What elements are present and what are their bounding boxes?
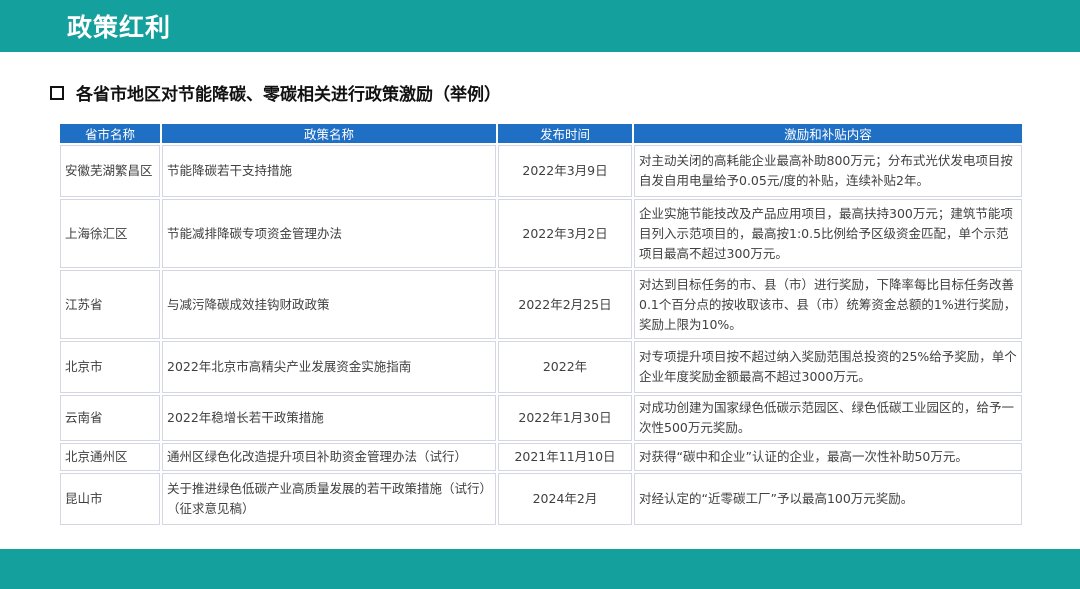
cell-date: 2022年2月25日	[498, 270, 632, 339]
cell-detail: 对成功创建为国家绿色低碳示范园区、绿色低碳工业园区的，给予一次性500万元奖励。	[634, 395, 1022, 441]
cell-policy: 2022年北京市高精尖产业发展资金实施指南	[162, 341, 496, 393]
cell-policy: 关于推进绿色低碳产业高质量发展的若干政策措施（试行）（征求意见稿）	[162, 473, 496, 525]
cell-region: 北京通州区	[60, 443, 160, 471]
cell-date: 2024年2月	[498, 473, 632, 525]
cell-date: 2021年11月10日	[498, 443, 632, 471]
table-row: 上海徐汇区 节能减排降碳专项资金管理办法 2022年3月2日 企业实施节能技改及…	[60, 199, 1022, 268]
page-title: 政策红利	[67, 13, 172, 42]
table-row: 云南省 2022年稳增长若干政策措施 2022年1月30日 对成功创建为国家绿色…	[60, 395, 1022, 441]
table-header-row: 省市名称 政策名称 发布时间 激励和补贴内容	[60, 124, 1022, 143]
cell-date: 2022年3月9日	[498, 145, 632, 197]
cell-policy: 通州区绿色化改造提升项目补助资金管理办法（试行）	[162, 443, 496, 471]
table-row: 北京市 2022年北京市高精尖产业发展资金实施指南 2022年 对专项提升项目按…	[60, 341, 1022, 393]
cell-region: 云南省	[60, 395, 160, 441]
cell-region: 江苏省	[60, 270, 160, 339]
cell-region: 昆山市	[60, 473, 160, 525]
column-header-region: 省市名称	[60, 124, 160, 143]
header-bar: 政策红利	[0, 0, 1080, 52]
cell-detail: 对经认定的“近零碳工厂”予以最高100万元奖励。	[634, 473, 1022, 525]
column-header-date: 发布时间	[498, 124, 632, 143]
table-row: 北京通州区 通州区绿色化改造提升项目补助资金管理办法（试行） 2021年11月1…	[60, 443, 1022, 471]
policy-table: 省市名称 政策名称 发布时间 激励和补贴内容 安徽芜湖繁昌区 节能降碳若干支持措…	[58, 122, 1024, 527]
cell-detail: 企业实施节能技改及产品应用项目，最高扶持300万元；建筑节能项目列入示范项目的，…	[634, 199, 1022, 268]
cell-date: 2022年	[498, 341, 632, 393]
bullet-square-icon	[50, 85, 64, 100]
cell-policy: 2022年稳增长若干政策措施	[162, 395, 496, 441]
cell-region: 北京市	[60, 341, 160, 393]
cell-detail: 对达到目标任务的市、县（市）进行奖励，下降率每比目标任务改善0.1个百分点的按收…	[634, 270, 1022, 339]
cell-policy: 与减污降碳成效挂钩财政政策	[162, 270, 496, 339]
cell-date: 2022年1月30日	[498, 395, 632, 441]
table-row: 安徽芜湖繁昌区 节能降碳若干支持措施 2022年3月9日 对主动关闭的高耗能企业…	[60, 145, 1022, 197]
cell-detail: 对专项提升项目按不超过纳入奖励范围总投资的25%给予奖励，单个企业年度奖励金额最…	[634, 341, 1022, 393]
cell-region: 上海徐汇区	[60, 199, 160, 268]
table-row: 昆山市 关于推进绿色低碳产业高质量发展的若干政策措施（试行）（征求意见稿） 20…	[60, 473, 1022, 525]
column-header-detail: 激励和补贴内容	[634, 124, 1022, 143]
cell-detail: 对主动关闭的高耗能企业最高补助800万元；分布式光伏发电项目按自发自用电量给予0…	[634, 145, 1022, 197]
cell-policy: 节能降碳若干支持措施	[162, 145, 496, 197]
cell-region: 安徽芜湖繁昌区	[60, 145, 160, 197]
footer-bar	[0, 549, 1080, 589]
column-header-policy: 政策名称	[162, 124, 496, 143]
table-row: 江苏省 与减污降碳成效挂钩财政政策 2022年2月25日 对达到目标任务的市、县…	[60, 270, 1022, 339]
cell-detail: 对获得“碳中和企业”认证的企业，最高一次性补助50万元。	[634, 443, 1022, 471]
cell-date: 2022年3月2日	[498, 199, 632, 268]
section-heading-text: 各省市地区对节能降碳、零碳相关进行政策激励（举例）	[76, 85, 501, 105]
cell-policy: 节能减排降碳专项资金管理办法	[162, 199, 496, 268]
section-heading: 各省市地区对节能降碳、零碳相关进行政策激励（举例）	[50, 80, 501, 105]
